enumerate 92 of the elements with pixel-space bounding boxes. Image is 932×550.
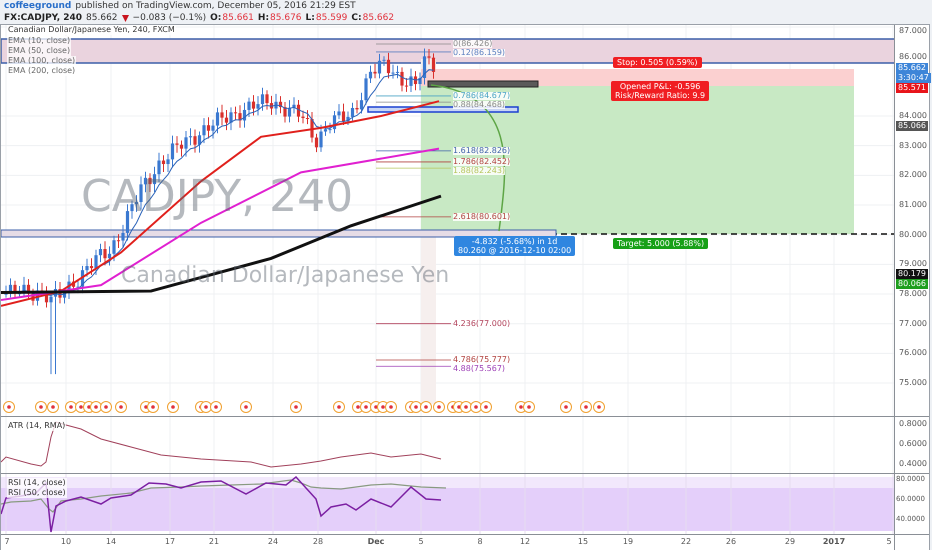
price-axis-label: 87.000 bbox=[899, 26, 927, 36]
study-legend: EMA (50, close) bbox=[7, 46, 72, 56]
price-badge: 80.179 bbox=[896, 269, 928, 279]
time-axis-label: 22 bbox=[680, 537, 692, 547]
ohlc-label: H: bbox=[258, 13, 270, 24]
event-icon bbox=[480, 401, 492, 413]
event-icon bbox=[333, 401, 345, 413]
rsi-legend: RSI (50, close) bbox=[7, 488, 67, 498]
event-icon bbox=[210, 401, 222, 413]
last-price: 85.662 bbox=[86, 13, 118, 24]
price-badge: 80.066 bbox=[896, 279, 928, 289]
fibonacci-level-label: 4.786(75.777) bbox=[453, 356, 510, 364]
price-axis-label: 78.000 bbox=[899, 289, 927, 300]
price-badge: 85.571 bbox=[896, 83, 928, 93]
fibonacci-level-label: 4.88(75.567) bbox=[453, 364, 506, 373]
ohlc-label: C: bbox=[351, 13, 362, 24]
pnl-label: Opened P&L: -0.596 Risk/Reward Ratio: 9.9 bbox=[611, 81, 710, 101]
price-badge: 3:30:47 bbox=[896, 73, 931, 83]
price-axis-label: 76.000 bbox=[899, 348, 927, 358]
event-icon bbox=[420, 401, 432, 413]
chart-title: Canadian Dollar/Japanese Yen, 240, FXCM bbox=[7, 25, 176, 35]
event-icon bbox=[470, 401, 482, 413]
time-axis-label: 15 bbox=[578, 537, 588, 547]
down-triangle-icon bbox=[122, 15, 129, 22]
time-axis-label: 10 bbox=[60, 537, 72, 547]
event-icon bbox=[385, 401, 397, 413]
time-axis-label: 5 bbox=[418, 537, 424, 547]
study-legend: EMA (10, close) bbox=[7, 36, 72, 46]
event-icon bbox=[560, 401, 572, 413]
ohlc-value: 85.599 bbox=[316, 13, 348, 24]
atr-axis-label: 0.8000 bbox=[899, 419, 927, 429]
study-legend: EMA (200, close) bbox=[7, 66, 76, 76]
event-icon bbox=[35, 401, 47, 413]
ohlc-value: 85.662 bbox=[362, 13, 394, 24]
time-axis-label: 7 bbox=[4, 537, 10, 547]
projection-label: -4.832 (-5.68%) in 1d 80.260 @ 2016-12-10 02:00 bbox=[454, 236, 576, 256]
atr-axis-label: 0.6000 bbox=[899, 439, 927, 449]
time-axis-label: 2017 bbox=[822, 537, 846, 547]
event-icon bbox=[580, 401, 592, 413]
time-axis-label: 8 bbox=[477, 537, 483, 547]
ohlc-value: 85.676 bbox=[270, 13, 302, 24]
event-icon bbox=[240, 401, 252, 413]
price-axis-label: 84.000 bbox=[899, 111, 927, 121]
symbol-label: FX:CADJPY, 240 bbox=[4, 13, 82, 24]
study-legend: EMA (100, close) bbox=[7, 56, 76, 66]
event-icon bbox=[593, 401, 605, 413]
event-icon bbox=[360, 401, 372, 413]
event-icon bbox=[100, 401, 112, 413]
price-axis-label: 75.000 bbox=[899, 378, 927, 388]
rsi-legend: RSI (14, close) bbox=[7, 478, 67, 488]
event-icon bbox=[167, 401, 179, 413]
stop-label: Stop: 0.505 (0.59%) bbox=[613, 57, 702, 68]
price-badge: 85.066 bbox=[896, 121, 928, 131]
event-icon bbox=[290, 401, 302, 413]
time-axis-label: 24 bbox=[268, 537, 278, 547]
event-icon bbox=[3, 401, 15, 413]
target-label: Target: 5.000 (5.88%) bbox=[613, 238, 708, 249]
event-icon bbox=[115, 401, 127, 413]
price-change: −0.083 (−0.1%) bbox=[132, 13, 206, 24]
event-icon bbox=[47, 401, 59, 413]
time-axis-label: 28 bbox=[312, 537, 324, 547]
price-badge: 85.662 bbox=[896, 63, 928, 73]
price-axis-label: 77.000 bbox=[899, 318, 927, 329]
price-axis-label: 81.000 bbox=[899, 200, 927, 210]
time-axis-label: 5 bbox=[886, 537, 892, 547]
fibonacci-level-label: 0(86.426) bbox=[453, 40, 492, 48]
time-axis-label: 19 bbox=[622, 537, 634, 547]
fibonacci-level-label: 4.236(77.000) bbox=[453, 320, 510, 328]
event-icon bbox=[65, 401, 77, 413]
event-icon bbox=[523, 401, 535, 413]
time-axis-label: 21 bbox=[208, 537, 220, 547]
price-axis-label: 82.000 bbox=[899, 170, 927, 180]
time-axis-label: Dec bbox=[368, 537, 384, 547]
time-axis-label: 17 bbox=[164, 537, 176, 547]
time-axis-label: 14 bbox=[106, 537, 116, 547]
ohlc-label: O: bbox=[210, 13, 222, 24]
price-axis-label: 83.000 bbox=[899, 140, 927, 151]
atr-axis-label: 0.4000 bbox=[899, 459, 927, 469]
ohlc-label: L: bbox=[306, 13, 315, 24]
publish-info: published on TradingView.com, December 05, 2016 21:29 EST bbox=[75, 1, 356, 12]
time-axis-label: 29 bbox=[784, 537, 796, 547]
ohlc-value: 85.661 bbox=[222, 13, 254, 24]
atr-legend: ATR (14, RMA) bbox=[7, 421, 66, 431]
event-icon bbox=[147, 401, 159, 413]
price-axis-label: 79.000 bbox=[899, 259, 927, 270]
time-axis-label: 26 bbox=[726, 537, 736, 547]
time-axis-label: 12 bbox=[520, 537, 530, 547]
event-icon bbox=[433, 401, 445, 413]
author-link[interactable]: coffeeground bbox=[4, 1, 72, 12]
fibonacci-level-label: 0.12(86.159) bbox=[453, 49, 506, 58]
price-axis-label: 86.000 bbox=[899, 52, 927, 62]
price-axis-label: 80.000 bbox=[899, 230, 927, 240]
